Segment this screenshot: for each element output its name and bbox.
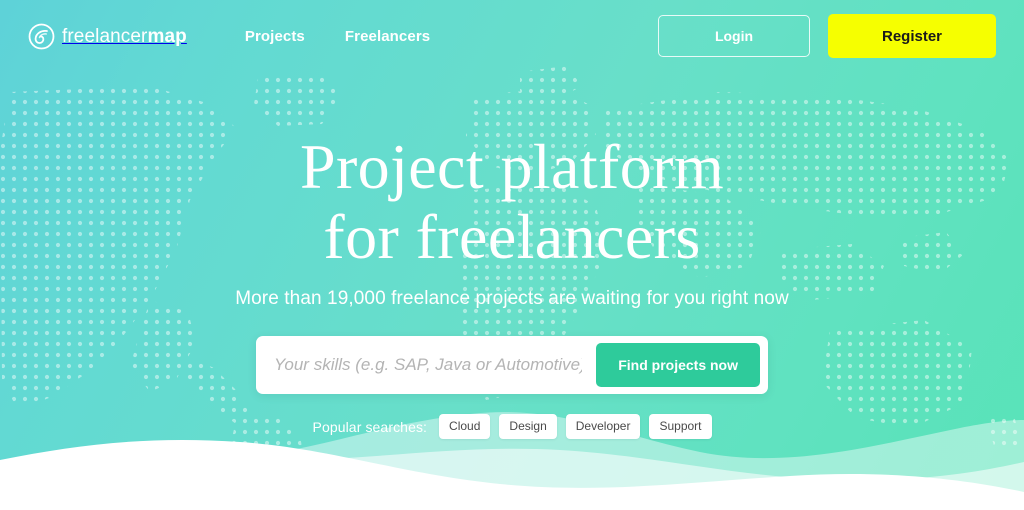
search-bar: Find projects now xyxy=(256,336,768,394)
find-projects-button[interactable]: Find projects now xyxy=(596,343,760,387)
wave-mid-shape xyxy=(0,448,1024,510)
popular-tag-developer[interactable]: Developer xyxy=(565,414,641,439)
nav-item-freelancers[interactable]: Freelancers xyxy=(345,28,430,45)
brand-name-bold: map xyxy=(147,25,187,47)
hero-subtitle: More than 19,000 freelance projects are … xyxy=(235,288,789,309)
header-actions: Login Register xyxy=(658,14,996,58)
nav-item-projects[interactable]: Projects xyxy=(245,28,305,45)
headline-line-1: Project platform xyxy=(299,131,725,202)
site-header: freelancermap Projects Freelancers Login… xyxy=(0,0,1024,72)
landing-page: freelancermap Projects Freelancers Login… xyxy=(0,0,1024,510)
popular-searches-label: Popular searches: xyxy=(312,418,428,435)
popular-searches: Popular searches: Cloud Design Developer… xyxy=(313,414,712,439)
popular-tag-cloud[interactable]: Cloud xyxy=(439,414,491,439)
wave-front-shape xyxy=(0,440,1024,510)
brand-logo[interactable]: freelancermap xyxy=(28,17,187,55)
search-input[interactable] xyxy=(256,342,597,388)
swirl-circle-icon xyxy=(28,23,55,49)
popular-tag-support[interactable]: Support xyxy=(649,414,712,439)
brand-name-light: freelancer xyxy=(62,25,148,47)
brand-name: freelancermap xyxy=(62,27,187,46)
register-button[interactable]: Register xyxy=(828,14,996,58)
main-nav: Projects Freelancers xyxy=(245,28,430,45)
page-title: Project platform for freelancers xyxy=(300,132,724,272)
login-button[interactable]: Login xyxy=(658,15,810,57)
headline-line-2: for freelancers xyxy=(323,201,701,272)
popular-tag-design[interactable]: Design xyxy=(499,414,557,439)
